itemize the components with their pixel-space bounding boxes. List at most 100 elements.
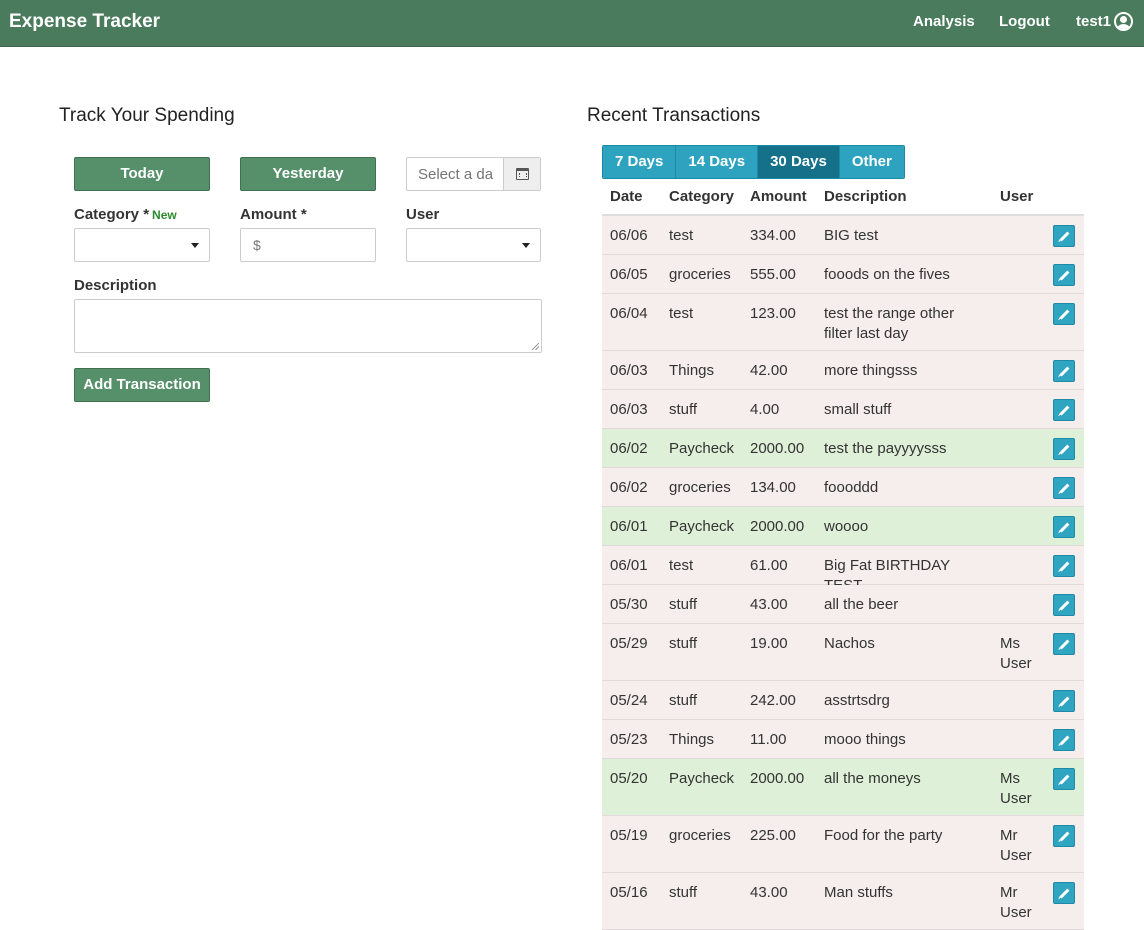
nav-analysis[interactable]: Analysis	[913, 13, 975, 30]
caret-down-icon	[522, 243, 530, 248]
resize-handle[interactable]	[532, 343, 539, 350]
cell-category: stuff	[669, 401, 698, 418]
amount-input[interactable]	[240, 228, 376, 262]
transactions-table: Date Category Amount Description User 06…	[602, 179, 1084, 930]
table-row: 05/19 groceries 225.00 Food for the party Mr…	[602, 816, 1084, 873]
form-title: Track Your Spending	[59, 105, 235, 126]
yesterday-button[interactable]: Yesterday	[240, 157, 376, 191]
table-row: 05/30 stuff 43.00 all the beer	[602, 585, 1084, 624]
cell-amount: 4.00	[750, 401, 780, 418]
cell-date: 05/20	[610, 770, 648, 787]
cell-user: Ms User	[1000, 770, 1032, 807]
cell-description: Nachos	[824, 635, 875, 652]
cell-amount: 11.00	[750, 731, 787, 748]
category-select[interactable]	[74, 228, 210, 262]
cell-description: mooo things	[824, 731, 906, 748]
new-category-link[interactable]: New	[152, 208, 177, 222]
nav-logout[interactable]: Logout	[999, 13, 1050, 30]
range-tabs: 7 Days 14 Days 30 Days Other	[602, 145, 905, 179]
cell-date: 05/29	[610, 635, 648, 652]
cell-description: all the moneys	[824, 770, 921, 787]
cell-user: Mr User	[1000, 884, 1032, 921]
pencil-icon	[1059, 600, 1070, 611]
edit-button[interactable]	[1053, 516, 1075, 538]
brand[interactable]: Expense Tracker	[9, 11, 160, 33]
cell-date: 05/30	[610, 596, 648, 613]
pencil-icon	[1059, 561, 1070, 572]
cell-description: asstrtsdrg	[824, 692, 890, 709]
edit-button[interactable]	[1053, 633, 1075, 655]
cell-category: Paycheck	[669, 440, 735, 457]
cell-date: 06/03	[610, 401, 648, 418]
pencil-icon	[1059, 696, 1070, 707]
tab-7-days[interactable]: 7 Days	[603, 146, 677, 178]
edit-button[interactable]	[1053, 768, 1075, 790]
calendar-button[interactable]	[503, 158, 540, 190]
column-date: Date	[610, 188, 643, 205]
cell-amount: 2000.00	[750, 518, 805, 535]
description-textarea[interactable]	[74, 299, 542, 353]
cell-category: test	[669, 227, 694, 244]
pencil-icon	[1059, 831, 1070, 842]
table-row: 06/03 Things 42.00 more thingsss	[602, 351, 1084, 390]
table-row: 05/16 stuff 43.00 Man stuffs Mr User	[602, 873, 1084, 930]
edit-button[interactable]	[1053, 303, 1075, 325]
table-row: 06/01 Paycheck 2000.00 woooo	[602, 507, 1084, 546]
cell-date: 05/16	[610, 884, 648, 901]
table-row: 05/20 Paycheck 2000.00 all the moneys Ms Use…	[602, 759, 1084, 816]
table-body: 06/06 test 334.00 BIG test 06/05 groceries 555…	[602, 216, 1084, 930]
navbar: Expense Tracker Analysis Logout test1	[0, 0, 1144, 47]
cell-date: 06/06	[610, 227, 648, 244]
edit-button[interactable]	[1053, 825, 1075, 847]
user-circle-icon[interactable]	[1114, 12, 1133, 31]
edit-button[interactable]	[1053, 399, 1075, 421]
tab-30-days[interactable]: 30 Days	[758, 146, 840, 178]
date-input[interactable]	[407, 158, 503, 190]
edit-button[interactable]	[1053, 729, 1075, 751]
edit-button[interactable]	[1053, 594, 1075, 616]
cell-date: 06/01	[610, 518, 648, 535]
add-transaction-button[interactable]: Add Transaction	[74, 368, 210, 402]
edit-button[interactable]	[1053, 264, 1075, 286]
cell-description: small stuff	[824, 401, 892, 418]
cell-description: more thingsss	[824, 362, 918, 379]
cell-description: all the beer	[824, 596, 899, 613]
calendar-icon	[516, 168, 529, 180]
table-row: 05/29 stuff 19.00 Nachos Ms User	[602, 624, 1084, 681]
required-mark: *	[300, 206, 307, 223]
cell-category: groceries	[669, 827, 731, 844]
pencil-icon	[1059, 522, 1070, 533]
tab-14-days[interactable]: 14 Days	[676, 146, 759, 178]
edit-button[interactable]	[1053, 360, 1075, 382]
cell-category: test	[669, 557, 694, 574]
edit-button[interactable]	[1053, 438, 1075, 460]
edit-button[interactable]	[1053, 477, 1075, 499]
pencil-icon	[1059, 231, 1070, 242]
cell-category: test	[669, 305, 694, 322]
cell-amount: 334.00	[750, 227, 796, 244]
cell-amount: 555.00	[750, 266, 796, 283]
cell-amount: 42.00	[750, 362, 788, 379]
pencil-icon	[1059, 735, 1070, 746]
cell-user: Mr User	[1000, 827, 1032, 864]
cell-description: fooods on the fives	[824, 266, 950, 283]
column-amount: Amount	[750, 188, 807, 205]
user-label: User	[406, 206, 440, 223]
edit-button[interactable]	[1053, 225, 1075, 247]
cell-category: Things	[669, 731, 715, 748]
pencil-icon	[1059, 888, 1070, 899]
tab-other[interactable]: Other	[839, 146, 904, 178]
table-row: 06/04 test 123.00 test the range other filt…	[602, 294, 1084, 351]
nav-username[interactable]: test1	[1076, 13, 1111, 30]
edit-button[interactable]	[1053, 882, 1075, 904]
cell-category: Things	[669, 362, 715, 379]
user-select[interactable]	[406, 228, 541, 262]
pencil-icon	[1059, 639, 1070, 650]
cell-user: Ms User	[1000, 635, 1032, 672]
cell-date: 05/19	[610, 827, 648, 844]
cell-amount: 2000.00	[750, 440, 805, 457]
edit-button[interactable]	[1053, 555, 1075, 577]
today-button[interactable]: Today	[74, 157, 210, 191]
edit-button[interactable]	[1053, 690, 1075, 712]
pencil-icon	[1059, 366, 1070, 377]
